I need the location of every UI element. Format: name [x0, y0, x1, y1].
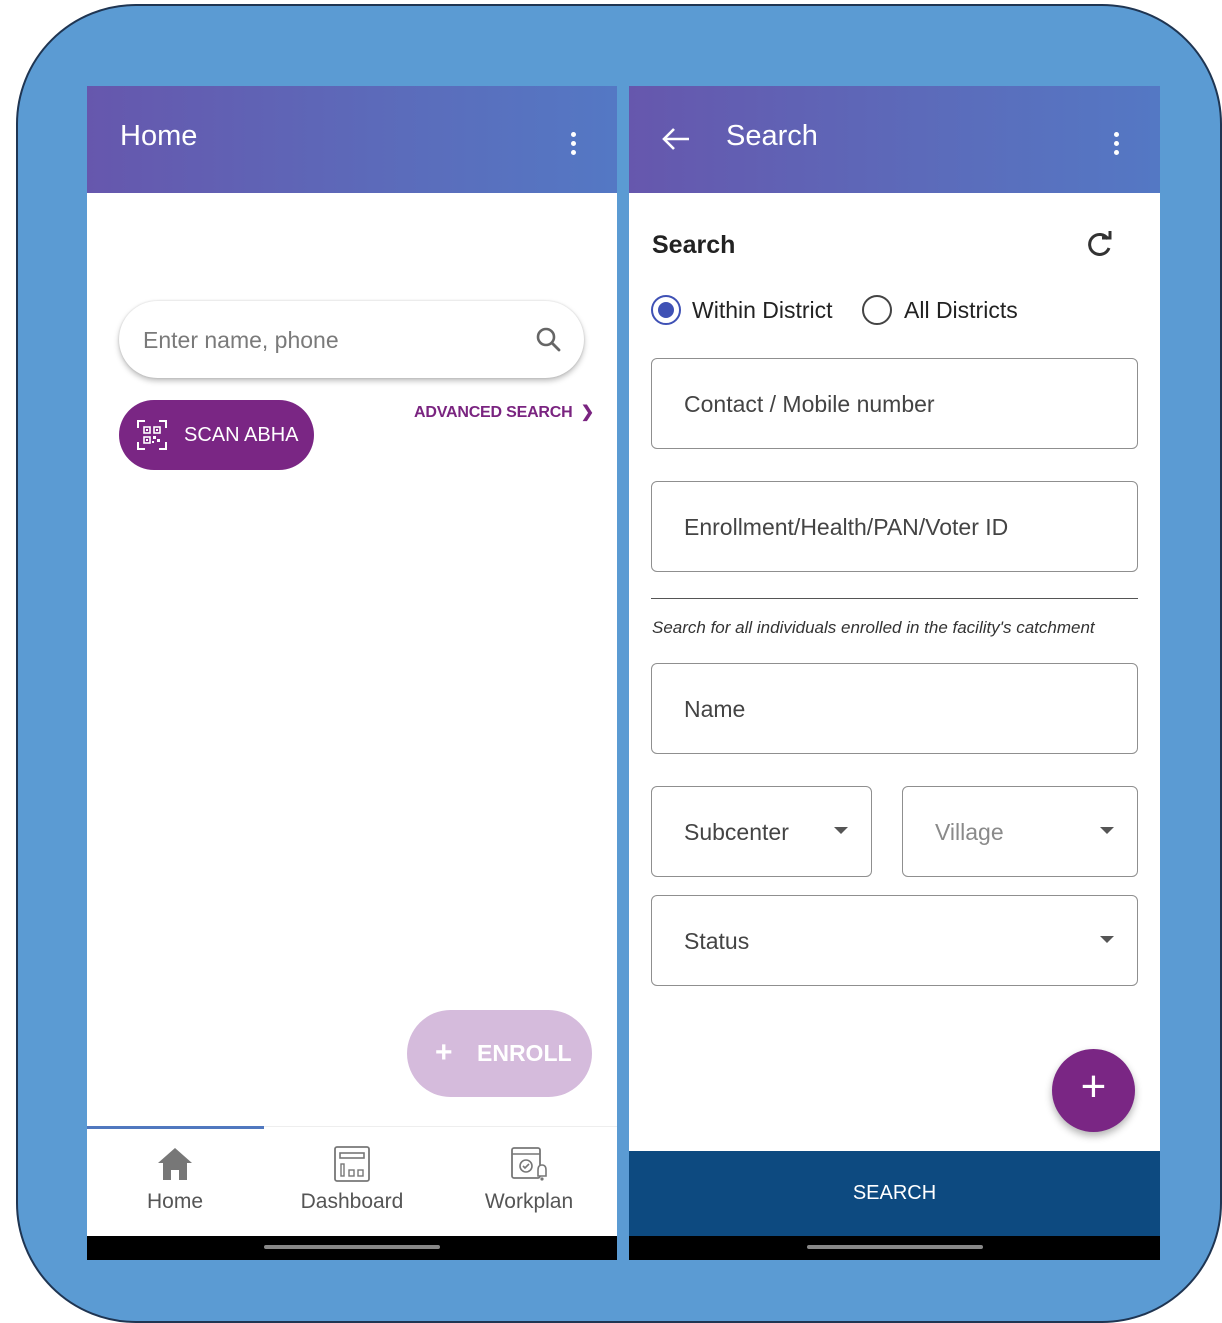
chevron-down-icon — [1100, 936, 1114, 943]
system-navigation-bar — [629, 1236, 1160, 1260]
home-icon — [158, 1148, 192, 1180]
more-options-icon[interactable] — [1112, 132, 1120, 160]
village-select[interactable]: Village — [902, 786, 1138, 877]
page-title: Home — [120, 120, 198, 152]
radio-all-districts[interactable] — [862, 295, 892, 325]
section-title: Search — [652, 231, 736, 259]
search-button-label: SEARCH — [852, 1182, 937, 1204]
nav-label-dashboard: Dashboard — [300, 1190, 404, 1213]
radio-label-all-districts: All Districts — [904, 297, 1018, 323]
chevron-right-icon: ❯ — [580, 404, 594, 421]
id-number-field[interactable]: Enrollment/Health/PAN/Voter ID — [651, 481, 1138, 572]
contact-number-placeholder: Contact / Mobile number — [684, 391, 935, 417]
nav-item-dashboard[interactable]: Dashboard — [264, 1144, 440, 1224]
search-icon[interactable] — [534, 325, 562, 353]
plus-icon: + — [1080, 1062, 1107, 1111]
subcenter-select[interactable]: Subcenter — [651, 786, 872, 877]
qr-code-icon — [137, 420, 167, 450]
status-label: Status — [684, 928, 750, 954]
name-placeholder: Name — [684, 696, 746, 722]
radio-within-district[interactable] — [651, 295, 681, 325]
chevron-down-icon — [834, 827, 848, 834]
search-app-bar: Search — [629, 86, 1160, 193]
gesture-handle[interactable] — [806, 1245, 983, 1249]
scan-abha-label: SCAN ABHA — [184, 424, 299, 446]
search-screen: Search Search Within District All Distri… — [629, 86, 1160, 1260]
nav-label-home: Home — [146, 1190, 204, 1213]
active-tab-indicator — [87, 1126, 264, 1129]
home-search-input[interactable] — [143, 323, 503, 357]
advanced-search-link[interactable]: ADVANCED SEARCH ❯ — [414, 402, 594, 422]
system-navigation-bar — [87, 1236, 617, 1260]
dashboard-icon — [334, 1146, 370, 1182]
home-screen: Home ADVANCED SEARCH ❯ SCAN ABHA + ENR — [87, 86, 617, 1260]
back-arrow-icon[interactable] — [659, 122, 693, 156]
workplan-icon — [511, 1147, 547, 1181]
enroll-button[interactable]: + ENROLL — [407, 1010, 592, 1097]
contact-number-field[interactable]: Contact / Mobile number — [651, 358, 1138, 449]
nav-item-workplan[interactable]: Workplan — [441, 1144, 617, 1224]
advanced-search-label: ADVANCED SEARCH — [414, 404, 573, 421]
plus-icon: + — [435, 1036, 453, 1069]
add-fab-button[interactable]: + — [1052, 1049, 1135, 1132]
more-options-icon[interactable] — [569, 132, 577, 160]
home-search-bar[interactable] — [119, 301, 584, 378]
nav-label-workplan: Workplan — [484, 1190, 574, 1213]
refresh-icon[interactable] — [1084, 229, 1114, 259]
radio-label-within-district: Within District — [692, 297, 833, 323]
nav-item-home[interactable]: Home — [87, 1144, 263, 1224]
status-select[interactable]: Status — [651, 895, 1138, 986]
village-label: Village — [935, 819, 1004, 845]
home-app-bar: Home — [87, 86, 617, 193]
gesture-handle[interactable] — [264, 1245, 440, 1249]
search-button[interactable]: SEARCH — [629, 1151, 1160, 1236]
divider — [651, 598, 1138, 599]
name-field[interactable]: Name — [651, 663, 1138, 754]
chevron-down-icon — [1100, 827, 1114, 834]
enroll-label: ENROLL — [477, 1040, 572, 1066]
scan-abha-button[interactable]: SCAN ABHA — [119, 400, 314, 470]
page-title: Search — [726, 120, 818, 152]
id-number-placeholder: Enrollment/Health/PAN/Voter ID — [684, 514, 1009, 540]
catchment-hint: Search for all individuals enrolled in t… — [652, 618, 1095, 637]
subcenter-label: Subcenter — [684, 819, 789, 845]
